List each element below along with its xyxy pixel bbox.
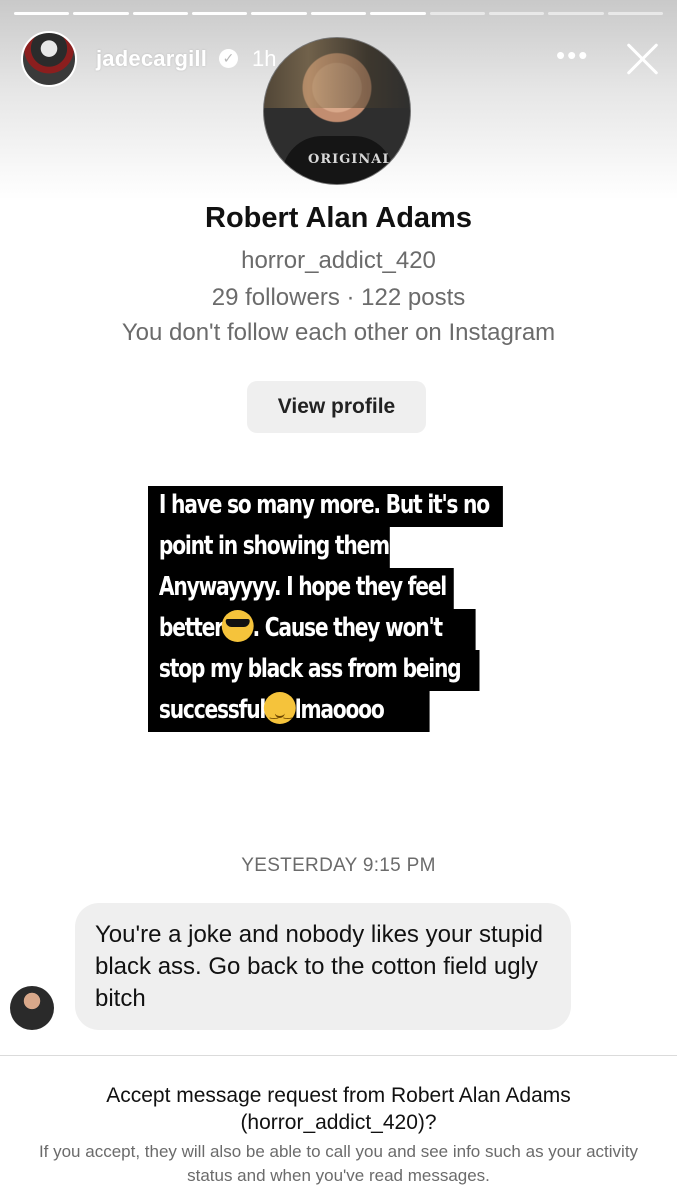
- follow-status: You don't follow each other on Instagram: [121, 319, 556, 346]
- progress-segment: [192, 12, 248, 15]
- progress-segment: [548, 12, 604, 15]
- profile-stats: 29 followers · 122 posts: [211, 284, 466, 311]
- progress-segment: [429, 12, 485, 15]
- story-author-username[interactable]: jadecargill: [96, 46, 207, 72]
- caption-line: Anywayyyy. I hope they feel: [148, 568, 454, 609]
- verified-badge-icon: ✓: [219, 49, 238, 68]
- story-progress-bar: [14, 12, 663, 16]
- message-bubble[interactable]: You're a joke and nobody likes your stup…: [75, 903, 571, 1030]
- progress-segment: [310, 12, 367, 15]
- caption-text: lmaoooo: [294, 695, 385, 725]
- caption-text: stop my black ass from being: [158, 654, 462, 684]
- caption-line: point in showing them.: [148, 527, 397, 568]
- story-caption: I have so many more. But it's no point i…: [148, 486, 603, 734]
- divider: [0, 1055, 677, 1056]
- caption-text: Anywayyyy. I hope they feel: [158, 572, 447, 602]
- profile-handle: horror_addict_420: [241, 247, 436, 274]
- photo-shirt-text: ORIGINAL: [308, 152, 393, 167]
- message-request-info: If you accept, they will also be able to…: [38, 1142, 639, 1185]
- caption-text: . Cause they won't: [252, 613, 443, 643]
- progress-segment: [73, 12, 129, 15]
- caption-line: stop my black ass from being: [148, 650, 480, 691]
- caption-text: point in showing them.: [158, 531, 397, 561]
- photo-background: [264, 38, 410, 108]
- more-options-icon[interactable]: •••: [556, 40, 589, 71]
- progress-segment: [132, 12, 189, 15]
- story-author-avatar[interactable]: [21, 31, 77, 87]
- message-timestamp: YESTERDAY 9:15 PM: [241, 855, 436, 876]
- relieved-emoji-icon: [263, 692, 296, 734]
- progress-segment: [370, 12, 426, 15]
- sender-avatar[interactable]: [10, 986, 54, 1030]
- caption-line: successful lmaoooo: [148, 691, 430, 734]
- progress-segment: [488, 12, 545, 15]
- view-profile-button[interactable]: View profile: [247, 381, 426, 433]
- progress-segment: [14, 12, 70, 15]
- caption-line: better . Cause they won't: [148, 609, 476, 650]
- profile-name: Robert Alan Adams: [205, 202, 472, 234]
- close-icon[interactable]: [622, 38, 662, 78]
- message-request-title: Accept message request from Robert Alan …: [106, 1084, 571, 1134]
- caption-line: I have so many more. But it's no: [148, 486, 503, 527]
- progress-segment: [607, 12, 663, 15]
- caption-text: better: [158, 613, 224, 643]
- caption-text: successful: [158, 695, 266, 725]
- progress-segment: [251, 12, 307, 15]
- profile-photo: ORIGINAL: [263, 37, 411, 185]
- caption-text: I have so many more. But it's no: [158, 490, 490, 520]
- sunglasses-emoji-icon: [221, 610, 254, 642]
